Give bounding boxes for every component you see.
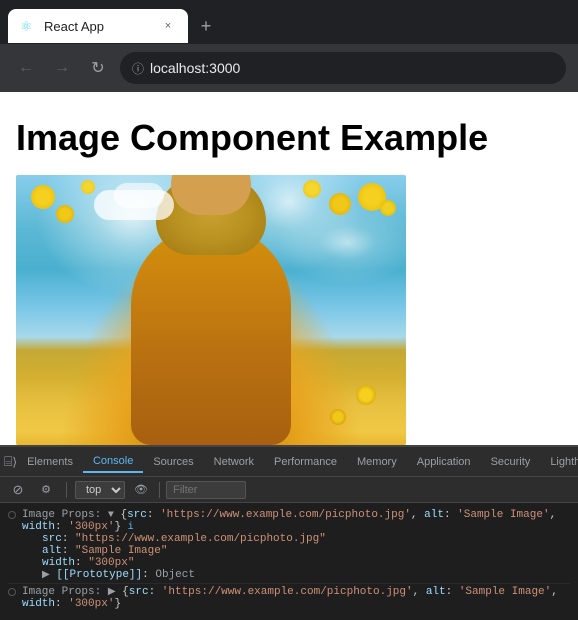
sample-image [16,175,406,445]
back-button[interactable]: ← [12,54,40,82]
tab-security[interactable]: Security [481,452,541,472]
page-heading: Image Component Example [16,116,562,159]
expand-arrow-1[interactable]: ▼ [108,510,114,521]
flower-decoration [81,180,95,194]
flower-decoration [330,409,346,425]
width-key: width [42,557,75,569]
address-bar: ← → ↻ ⓘ localhost:3000 [0,44,578,92]
cloud [114,183,164,208]
tab-memory[interactable]: Memory [347,452,407,472]
devtools-dock-icon[interactable]: ⌸ [4,450,12,474]
console-label-1: Image Props: [22,509,101,521]
console-label-2: Image Props: [22,586,101,598]
info-icon-1: i [128,522,134,533]
expand-arrow-2[interactable]: ▶ [108,587,116,598]
tab-network[interactable]: Network [204,452,264,472]
console-log-content-2: Image Props: ▶ {src: 'https://www.exampl… [22,586,570,610]
prototype-key: [[Prototype]] [56,569,142,581]
toolbar-divider2 [159,482,160,498]
flower-decoration [56,205,74,223]
clear-console-icon[interactable]: ⊘ [6,478,30,502]
tab-sources[interactable]: Sources [143,452,203,472]
width-value: "300px" [88,557,134,569]
console-log-row-1: Image Props: ▼ {src: 'https://www.exampl… [8,507,570,584]
tab-bar: ⚛ React App × + [0,0,578,44]
tab-favicon: ⚛ [20,18,36,34]
prototype-value: Object [155,569,195,581]
console-indent-prototype: ▶ [[Prototype]]: Object [42,569,570,581]
console-src-key-1: src [127,509,147,521]
toolbar-divider [66,482,67,498]
new-tab-button[interactable]: + [192,12,220,40]
console-settings-icon[interactable]: ⚙ [34,478,58,502]
lock-icon: ⓘ [132,60,144,77]
console-filter-input[interactable] [166,481,246,499]
prototype-arrow[interactable]: ▶ [42,570,50,581]
console-indent-width: width: "300px" [42,557,570,569]
flower-decoration [31,185,55,209]
colon1: : [147,509,160,521]
console-indent-src: src: "https://www.example.com/picphoto.j… [42,533,570,545]
person-hair [156,175,266,255]
flower-decoration [356,385,376,405]
person-body [131,225,291,445]
src-key: src [42,533,62,545]
tab-performance[interactable]: Performance [264,452,347,472]
active-tab[interactable]: ⚛ React App × [8,9,188,43]
console-indent-alt: alt: "Sample Image" [42,545,570,557]
url-bar[interactable]: ⓘ localhost:3000 [120,52,566,84]
tab-elements[interactable]: Elements [17,452,83,472]
flower-decoration [329,193,351,215]
src-value: "https://www.example.com/picphoto.jpg" [75,533,326,545]
forward-button[interactable]: → [48,54,76,82]
console-log-row-2: Image Props: ▶ {src: 'https://www.exampl… [8,584,570,612]
alt-key: alt [42,545,62,557]
console-log-content-1: Image Props: ▼ {src: 'https://www.exampl… [22,509,570,581]
tab-close-button[interactable]: × [160,18,176,34]
tab-title: React App [44,19,152,34]
console-brace-open-2: { [122,586,129,598]
person-head [171,175,251,215]
devtools-console-content: Image Props: ▼ { src: 'https://www.exampl… [0,503,578,620]
context-selector[interactable]: top [75,481,125,499]
tab-lighthouse[interactable]: Lightho… [540,452,578,472]
reload-button[interactable]: ↻ [84,54,112,82]
console-src-val-1: 'https://www.example.com/picphoto.jpg' [160,509,411,521]
browser-content: Image Component Example [0,92,578,445]
devtools-toolbar: ⊘ ⚙ top 👁 [0,477,578,503]
tab-console[interactable]: Console [83,451,143,473]
alt-value: "Sample Image" [75,545,167,557]
flower-decoration [303,180,321,198]
flower-decoration [380,200,396,216]
console-log-indicator-2 [8,588,16,596]
url-text: localhost:3000 [150,60,240,76]
devtools-panel: ⌸ ⟩ Elements Console Sources Network Per… [0,445,578,620]
photo-scene [16,175,406,445]
console-log-indicator [8,511,16,519]
browser-chrome: ⚛ React App × + ← → ↻ ⓘ localhost:3000 [0,0,578,92]
devtools-tab-bar: ⌸ ⟩ Elements Console Sources Network Per… [0,447,578,477]
tab-application[interactable]: Application [407,452,481,472]
eye-icon[interactable]: 👁 [129,478,153,502]
